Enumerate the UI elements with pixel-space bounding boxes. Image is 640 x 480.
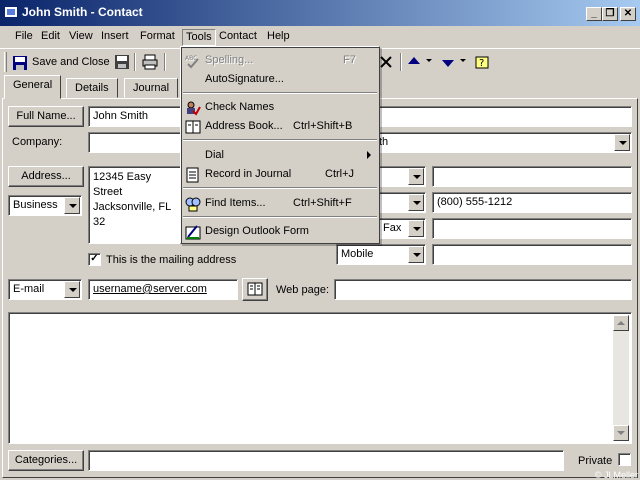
web-page-input[interactable]	[334, 279, 632, 300]
address-type-select[interactable]: Business	[8, 195, 82, 216]
design-form-icon	[185, 225, 201, 240]
full-name-button[interactable]: Full Name...	[8, 106, 84, 127]
phone-type-select[interactable]: Mobile	[336, 244, 426, 265]
scroll-down-button[interactable]	[613, 425, 629, 441]
chevron-down-icon[interactable]	[614, 134, 630, 151]
next-item-icon[interactable]	[440, 54, 456, 70]
chevron-down-icon[interactable]	[64, 197, 80, 214]
menu-item-spelling[interactable]: ABC Spelling... F7	[183, 51, 377, 70]
mailing-address-checkbox[interactable]: ✓	[88, 253, 101, 266]
menu-item-address-book[interactable]: Address Book... Ctrl+Shift+B	[183, 117, 377, 136]
toolbar-grip[interactable]	[4, 52, 7, 72]
private-label: Private	[578, 455, 613, 467]
chevron-down-icon[interactable]	[408, 220, 424, 237]
menu-item-record-in-journal[interactable]: Record in Journal Ctrl+J	[183, 165, 377, 184]
menu-view[interactable]: View	[66, 29, 96, 46]
toolbar-separator	[400, 53, 402, 71]
tab-journal[interactable]: Journal	[124, 78, 179, 98]
minimize-button[interactable]: _	[586, 7, 602, 21]
print-icon[interactable]	[142, 54, 158, 70]
tab-details[interactable]: Details	[66, 78, 118, 98]
close-button[interactable]: ✕	[620, 7, 636, 21]
menu-item-check-names[interactable]: Check Names	[183, 98, 377, 117]
menu-format[interactable]: Format	[137, 29, 178, 46]
company-input[interactable]	[88, 132, 184, 153]
title-bar[interactable]: John Smith - Contact _ ❐ ✕	[0, 0, 640, 26]
menu-separator	[183, 139, 377, 141]
address-book-button[interactable]	[242, 278, 268, 301]
categories-input[interactable]	[88, 450, 564, 471]
address-textarea[interactable]: 12345 Easy Street Jacksonville, FL 32	[88, 166, 184, 244]
web-page-label: Web page:	[276, 284, 330, 296]
chevron-down-icon[interactable]	[426, 59, 434, 65]
check-names-icon	[187, 101, 201, 116]
menu-item-design-outlook-form[interactable]: Design Outlook Form	[183, 222, 377, 241]
spelling-icon: ABC	[185, 55, 199, 69]
tools-menu: ABC Spelling... F7 AutoSignature... Chec…	[180, 46, 380, 244]
chevron-down-icon[interactable]	[408, 168, 424, 185]
menu-tools[interactable]: Tools	[182, 29, 216, 46]
menu-insert[interactable]: Insert	[98, 29, 132, 46]
toolbar-separator	[164, 53, 166, 71]
menu-file[interactable]: File	[12, 29, 36, 46]
address-button[interactable]: Address...	[8, 166, 84, 187]
copyright-text: © JLMeller	[594, 470, 638, 480]
menu-help[interactable]: Help	[264, 29, 293, 46]
mailing-address-label: This is the mailing address	[106, 254, 237, 266]
submenu-arrow-icon	[367, 151, 371, 159]
menu-item-find-items[interactable]: Find Items... Ctrl+Shift+F	[183, 194, 377, 213]
svg-text:?: ?	[479, 58, 484, 69]
chevron-up-icon	[617, 321, 625, 325]
contact-window-icon[interactable]	[4, 6, 18, 18]
menu-bar: File Edit View Insert Format Tools Conta…	[0, 26, 640, 48]
scroll-up-button[interactable]	[613, 315, 629, 331]
previous-item-icon[interactable]	[406, 54, 422, 70]
categories-button[interactable]: Categories...	[8, 450, 84, 471]
address-book-icon	[247, 282, 263, 296]
save-icon[interactable]	[114, 54, 130, 70]
menu-contact[interactable]: Contact	[216, 29, 260, 46]
phone-input[interactable]	[432, 166, 632, 187]
menu-separator	[183, 187, 377, 189]
window-title: John Smith - Contact	[22, 5, 143, 19]
menu-item-dial[interactable]: Dial	[183, 146, 377, 165]
delete-icon[interactable]	[378, 54, 394, 70]
full-name-input[interactable]: John Smith	[88, 106, 184, 127]
tab-general[interactable]: General	[4, 75, 62, 99]
phone-input[interactable]	[432, 218, 632, 239]
private-checkbox[interactable]	[618, 453, 631, 466]
file-as-combo[interactable]: th	[374, 132, 632, 153]
chevron-down-icon	[617, 431, 625, 435]
menu-separator	[183, 216, 377, 218]
chevron-down-icon[interactable]	[460, 59, 468, 65]
job-title-input[interactable]	[374, 106, 632, 127]
menu-edit[interactable]: Edit	[38, 29, 63, 46]
company-label: Company:	[12, 136, 63, 148]
toolbar-separator	[134, 53, 136, 71]
find-icon	[185, 197, 201, 212]
menu-item-autosignature[interactable]: AutoSignature...	[183, 70, 377, 89]
menu-separator	[183, 92, 377, 94]
email-type-select[interactable]: E-mail	[8, 279, 82, 300]
notes-scrollbar[interactable]	[613, 315, 629, 441]
chevron-down-icon[interactable]	[408, 246, 424, 263]
chevron-down-icon[interactable]	[64, 281, 80, 298]
chevron-down-icon[interactable]	[408, 194, 424, 211]
email-input[interactable]: username@server.com	[88, 279, 238, 300]
phone-input[interactable]	[432, 244, 632, 265]
address-book-icon	[185, 120, 201, 134]
journal-icon	[186, 167, 199, 183]
help-assistant-icon[interactable]: ?	[474, 54, 490, 70]
notes-textarea[interactable]	[8, 312, 632, 444]
save-icon	[13, 56, 27, 70]
restore-button[interactable]: ❐	[602, 7, 618, 21]
phone-input[interactable]: (800) 555-1212	[432, 192, 632, 213]
